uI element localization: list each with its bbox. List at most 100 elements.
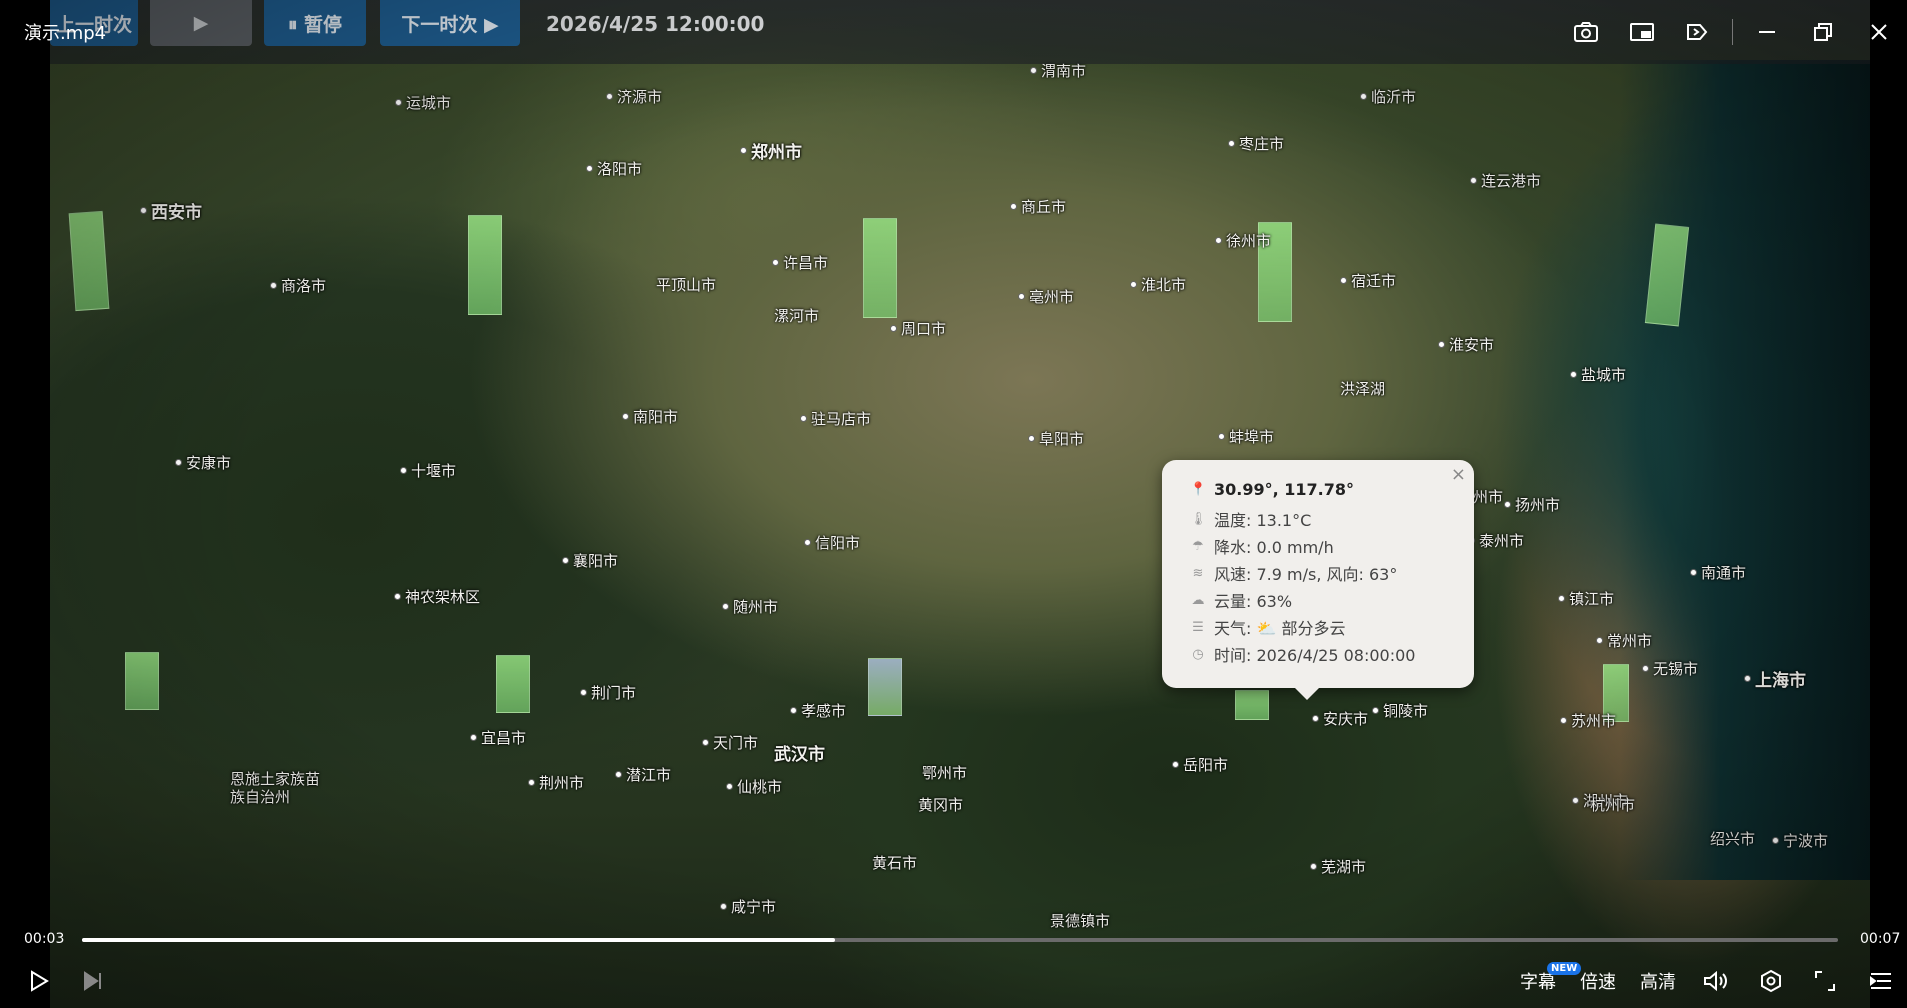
popup-coords-row: 📍 30.99°, 117.78° (1190, 480, 1354, 499)
city-label: 泰州市 (1468, 530, 1524, 551)
city-label: 绍兴市 (1710, 830, 1756, 848)
location-pin-icon: 📍 (1190, 482, 1207, 497)
city-label: 咸宁市 (720, 896, 776, 917)
popup-precipitation-row: ☂ 降水: 0.0 mm/h (1190, 534, 1334, 558)
close-icon[interactable] (1851, 14, 1907, 50)
popup-close-button[interactable]: × (1451, 464, 1466, 485)
city-label: 岳阳市 (1172, 754, 1228, 775)
weather-icon: ☰ (1192, 619, 1204, 635)
current-timestep: 2026/4/25 12:00:00 (546, 12, 765, 36)
city-label: 鄂州市 (922, 764, 968, 782)
settings-icon[interactable] (1756, 966, 1786, 996)
city-label: 南通市 (1690, 562, 1746, 583)
city-label: 黄石市 (872, 854, 918, 872)
city-label: 连云港市 (1470, 170, 1541, 191)
city-label: 南阳市 (622, 406, 678, 427)
city-label: 周口市 (890, 318, 946, 339)
weather-cell[interactable] (468, 215, 502, 315)
minimize-icon[interactable] (1739, 14, 1795, 50)
city-label: 铜陵市 (1372, 700, 1428, 721)
city-label: 宜昌市 (470, 727, 526, 748)
city-label: 常州市 (1596, 630, 1652, 651)
video-frame[interactable]: 运城市 济源市 郑州市 洛阳市 西安市 商洛市 平顶山市 许昌市 漯河市 周口市… (50, 0, 1870, 1008)
weather-cell[interactable] (1235, 690, 1269, 720)
city-label: 平顶山市 (656, 276, 717, 294)
next-icon[interactable] (78, 966, 108, 996)
fullscreen-icon[interactable] (1810, 966, 1840, 996)
autoplay-toggle-button[interactable]: ▶ (150, 0, 252, 46)
camera-icon[interactable] (1558, 14, 1614, 50)
city-label: 驻马店市 (800, 408, 871, 429)
city-label: 洪泽湖 (1340, 380, 1386, 398)
playlist-icon[interactable] (1866, 966, 1896, 996)
city-label: 漯河市 (774, 307, 820, 325)
thermometer-icon: 🌡 (1190, 511, 1207, 527)
weather-cell[interactable] (863, 218, 897, 318)
city-label: 淮安市 (1438, 334, 1494, 355)
city-label: 无锡市 (1642, 658, 1698, 679)
popup-cloud-row: ☁ 云量: 63% (1191, 592, 1293, 611)
city-label: 仙桃市 (726, 776, 782, 797)
city-label: 西安市 (140, 198, 202, 223)
city-label: 杭州市 (1590, 796, 1636, 814)
city-label: 荆州市 (528, 772, 584, 793)
city-label: 临沂市 (1360, 86, 1416, 107)
cloud-icon: ☁ (1191, 592, 1205, 608)
total-time: 00:07 (1860, 931, 1901, 947)
city-label: 芜湖市 (1310, 856, 1366, 877)
city-label: 郑州市 (740, 138, 802, 163)
city-label: 蚌埠市 (1218, 426, 1274, 447)
popup-temperature-row: 🌡 温度: 13.1°C (1190, 511, 1312, 530)
city-label: 安康市 (175, 452, 231, 473)
city-label: 十堰市 (400, 460, 456, 481)
city-label: 潜江市 (615, 764, 671, 785)
weather-cell[interactable] (68, 210, 110, 312)
new-badge: NEW (1547, 962, 1582, 975)
city-label: 随州市 (722, 596, 778, 617)
city-label: 济源市 (606, 86, 662, 107)
window-controls (1558, 14, 1907, 50)
popup-weather-row: ☰ 天气: ⛅ 部分多云 (1190, 615, 1345, 639)
pause-button[interactable]: ⏸ 暂停 (264, 0, 366, 46)
current-time: 00:03 (24, 931, 65, 947)
speed-button[interactable]: 倍速 (1578, 966, 1618, 996)
weather-cell[interactable] (125, 652, 159, 710)
popup-wind-row: ≋ 风速: 7.9 m/s, 风向: 63° (1190, 561, 1398, 585)
city-label: 亳州市 (1018, 286, 1074, 307)
city-label: 信阳市 (804, 532, 860, 553)
city-label: 天门市 (702, 732, 758, 753)
city-label: 运城市 (395, 92, 451, 113)
quality-button[interactable]: 高清 (1638, 966, 1678, 996)
divider (1732, 19, 1733, 45)
city-label: 苏州市 (1560, 710, 1616, 731)
next-timestep-button[interactable]: 下一时次 ▶ (380, 0, 520, 46)
restore-icon[interactable] (1795, 14, 1851, 50)
progress-fill (82, 938, 835, 942)
city-label: 洛阳市 (586, 158, 642, 179)
city-label: 阜阳市 (1028, 428, 1084, 449)
weather-cell[interactable] (868, 658, 902, 716)
city-label: 淮北市 (1130, 274, 1186, 295)
city-label: 孝感市 (790, 700, 846, 721)
city-label: 安庆市 (1312, 708, 1368, 729)
rain-icon: ☂ (1192, 538, 1204, 554)
picture-in-picture-icon[interactable] (1614, 14, 1670, 50)
progress-bar[interactable] (82, 938, 1838, 942)
city-label: 荆门市 (580, 682, 636, 703)
volume-icon[interactable] (1700, 966, 1732, 996)
city-label: 宁波市 (1772, 830, 1828, 851)
video-title: 演示.mp4 (24, 23, 107, 44)
popup-time-row: ◷ 时间: 2026/4/25 08:00:00 (1190, 642, 1415, 666)
city-label: 神农架林区 (394, 586, 480, 607)
city-label: 镇江市 (1558, 588, 1614, 609)
weather-cell[interactable] (496, 655, 530, 713)
city-label: 枣庄市 (1228, 133, 1284, 154)
city-label: 景德镇市 (1050, 912, 1111, 930)
city-label: 徐州市 (1215, 230, 1271, 251)
city-label: 襄阳市 (562, 550, 618, 571)
wind-icon: ≋ (1192, 565, 1204, 581)
play-icon[interactable] (24, 966, 54, 996)
weather-info-popup: × 📍 30.99°, 117.78° 🌡 温度: 13.1°C ☂ 降水: 0.0 … (1162, 460, 1474, 700)
sea-area (1620, 60, 1870, 880)
cast-icon[interactable] (1670, 14, 1726, 50)
